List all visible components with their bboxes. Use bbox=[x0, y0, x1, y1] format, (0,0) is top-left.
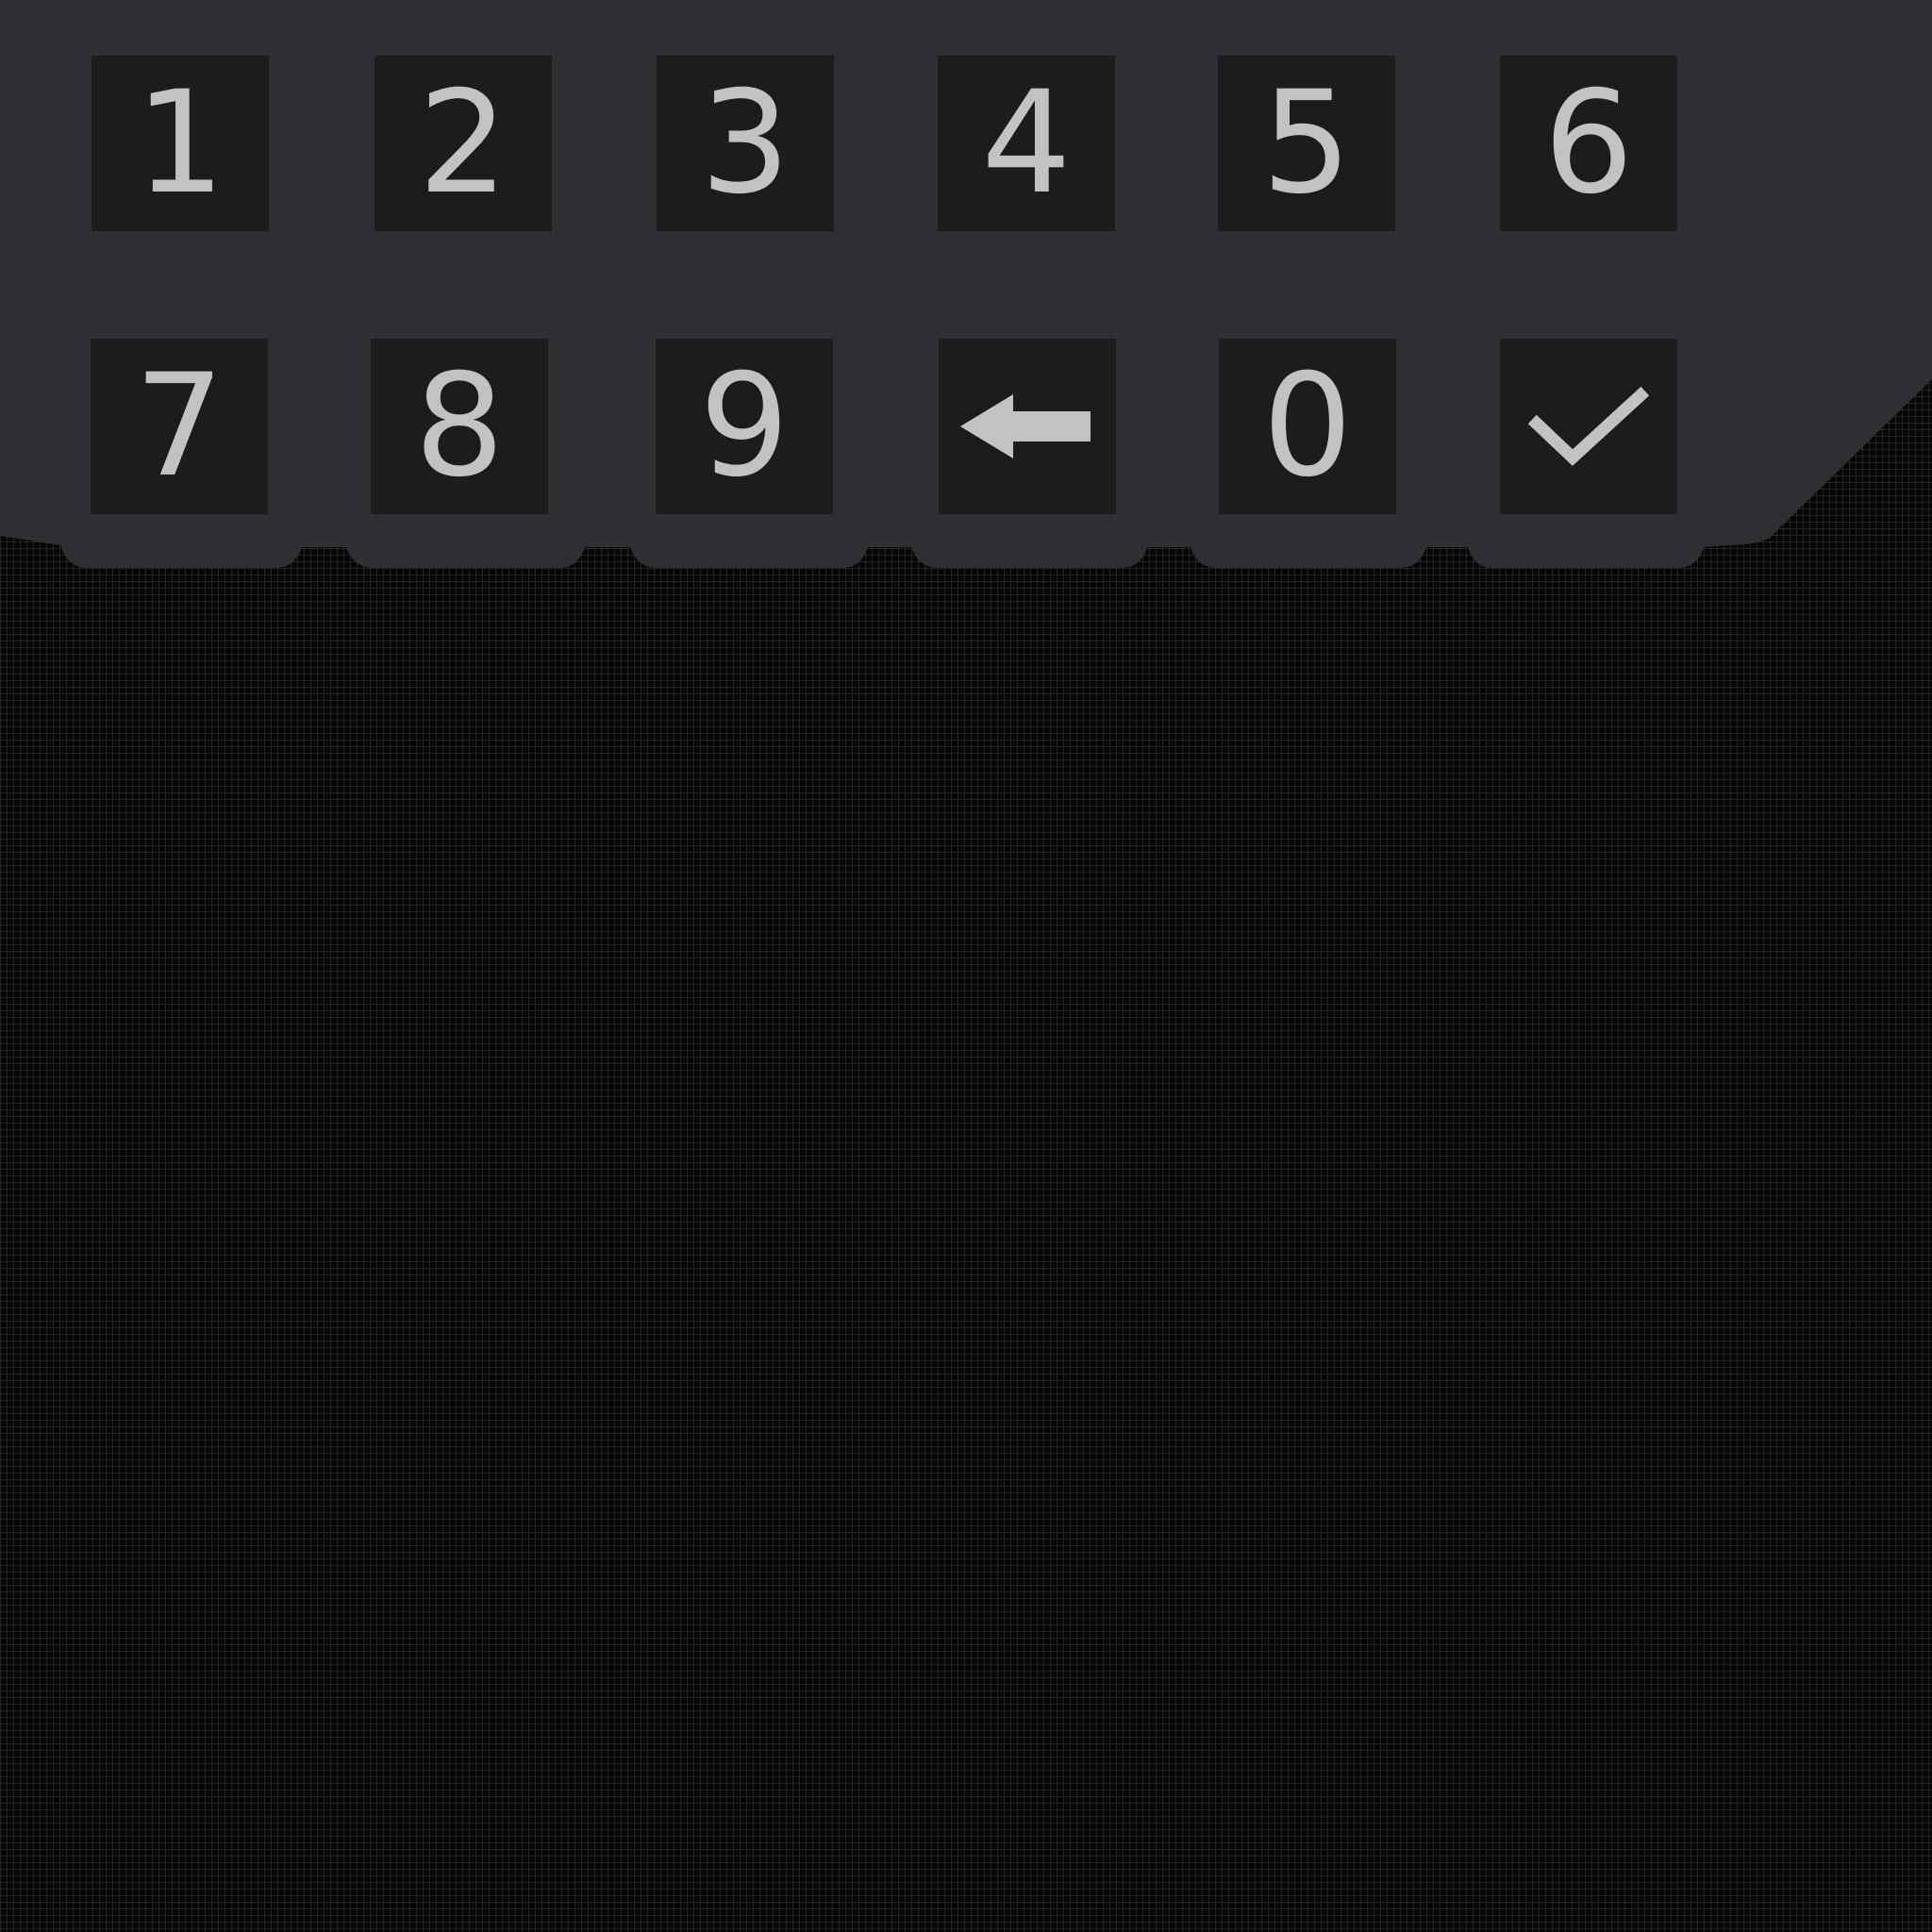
key-8[interactable]: 8 bbox=[371, 339, 548, 514]
key-2[interactable]: 2 bbox=[375, 56, 552, 231]
key-4-label: 4 bbox=[981, 61, 1072, 225]
key-8-label: 8 bbox=[414, 344, 505, 508]
backspace-arrow-icon bbox=[939, 339, 1116, 514]
key-0[interactable]: 0 bbox=[1219, 339, 1396, 514]
keypad-screen: 1 2 3 4 5 6 7 8 9 0 bbox=[0, 0, 1932, 1932]
backspace-key[interactable] bbox=[939, 339, 1116, 514]
key-5-label: 5 bbox=[1261, 61, 1352, 225]
key-9-label: 9 bbox=[699, 344, 790, 508]
key-7-label: 7 bbox=[134, 344, 225, 508]
key-3[interactable]: 3 bbox=[657, 56, 834, 231]
key-1-label: 1 bbox=[135, 61, 225, 225]
key-6-label: 6 bbox=[1543, 61, 1634, 225]
key-2-label: 2 bbox=[418, 61, 508, 225]
key-3-label: 3 bbox=[700, 61, 791, 225]
key-7[interactable]: 7 bbox=[91, 339, 268, 514]
key-0-label: 0 bbox=[1262, 344, 1353, 508]
key-6[interactable]: 6 bbox=[1500, 56, 1677, 231]
key-9[interactable]: 9 bbox=[656, 339, 833, 514]
key-1[interactable]: 1 bbox=[92, 56, 269, 231]
key-5[interactable]: 5 bbox=[1218, 56, 1395, 231]
keypad-panel bbox=[0, 0, 1932, 568]
key-4[interactable]: 4 bbox=[938, 56, 1115, 231]
checkmark-icon bbox=[1500, 339, 1677, 514]
confirm-key[interactable] bbox=[1500, 339, 1677, 514]
